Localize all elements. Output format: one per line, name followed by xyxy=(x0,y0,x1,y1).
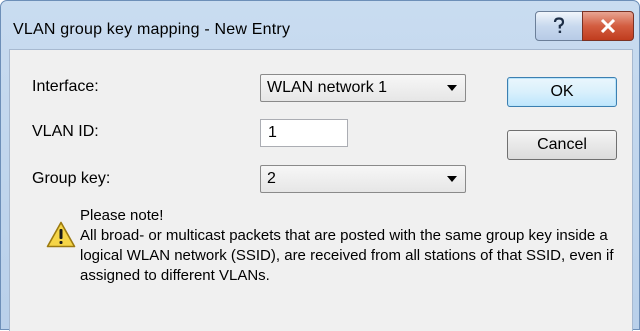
group-key-value: 2 xyxy=(267,170,276,187)
interface-value: WLAN network 1 xyxy=(267,79,388,96)
help-button[interactable] xyxy=(535,11,583,41)
dialog-content: Interface: WLAN network 1 VLAN ID: Group… xyxy=(9,49,633,331)
interface-dropdown[interactable]: WLAN network 1 xyxy=(260,74,466,102)
vlan-id-label: VLAN ID: xyxy=(32,123,99,140)
interface-label: Interface: xyxy=(32,78,99,95)
dropdown-arrow-icon xyxy=(447,176,457,182)
window-title: VLAN group key mapping - New Entry xyxy=(13,21,291,38)
close-button[interactable] xyxy=(582,11,634,41)
dropdown-arrow-icon xyxy=(447,85,457,91)
warning-icon xyxy=(46,221,76,248)
group-key-label: Group key: xyxy=(32,170,111,187)
cancel-button[interactable]: Cancel xyxy=(507,130,617,160)
close-x-icon xyxy=(600,19,616,33)
vlan-id-input[interactable] xyxy=(261,120,347,146)
note-text: All broad- or multicast packets that are… xyxy=(80,227,614,284)
ok-button[interactable]: OK xyxy=(507,77,617,107)
group-key-dropdown[interactable]: 2 xyxy=(260,165,466,193)
question-mark-icon xyxy=(553,17,565,33)
dialog-window: VLAN group key mapping - New Entry Inter… xyxy=(0,0,640,331)
vlan-id-field[interactable] xyxy=(260,119,348,147)
note-title: Please note! xyxy=(80,207,164,224)
title-bar[interactable]: VLAN group key mapping - New Entry xyxy=(1,1,639,49)
